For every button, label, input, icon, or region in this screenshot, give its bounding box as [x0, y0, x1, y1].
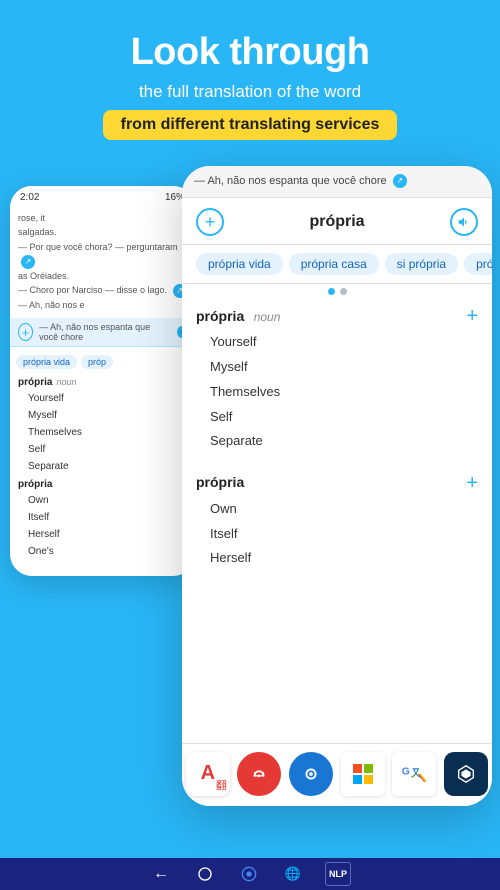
phone-back: 2:02 16% rose, it salgadas. — Por que vo…: [10, 186, 195, 576]
back-bar-text: — Ah, não nos espanta que você chore: [39, 322, 168, 342]
meaning-themselves: Themselves: [210, 380, 478, 405]
reverso-icon: [248, 763, 270, 785]
dot-2: [340, 288, 347, 295]
dict-entry-header-1: própria noun +: [196, 305, 478, 328]
meaning-separate: Separate: [210, 429, 478, 454]
lingvo-icon: [300, 763, 322, 785]
back-meaning-7: Itself: [18, 509, 187, 526]
abbyy-kanji: 翻: [216, 777, 227, 793]
dict-pos-back: noun: [56, 377, 76, 387]
dot-1: [328, 288, 335, 295]
phone-back-content: rose, it salgadas. — Por que você chora?…: [10, 205, 195, 318]
chip-propria-vida-front[interactable]: própria vida: [196, 253, 283, 275]
chip-row: própria vida próp: [10, 351, 195, 373]
chip-prop[interactable]: próp: [81, 355, 113, 369]
bottom-toolbar: A 翻: [182, 743, 492, 806]
back-meaning-9: One's: [18, 543, 187, 560]
meaning-own: Own: [210, 497, 478, 522]
dict-meanings-2: Own Itself Herself: [196, 497, 478, 571]
deepl-icon: [455, 763, 477, 785]
google-translate-icon: G: [401, 763, 427, 785]
sys-back[interactable]: ←: [149, 862, 173, 886]
svg-text:G: G: [402, 766, 410, 777]
toolbar-reverso[interactable]: [237, 752, 281, 796]
back-add-btn[interactable]: +: [18, 323, 33, 341]
reading-area: — Ah, não nos espanta que você chore ↗: [182, 166, 492, 199]
chip-propria-casa[interactable]: própria casa: [289, 253, 379, 275]
dict-section: própria noun Yourself Myself Themselves …: [10, 373, 195, 564]
dict-entry-1: própria noun + Yourself Myself Themselve…: [182, 297, 492, 463]
dict-entry-header-2: própria +: [196, 472, 478, 495]
subheadline: the full translation of the word: [20, 82, 480, 102]
dict-entry-word-1: própria: [196, 308, 244, 324]
meaning-itself: Itself: [210, 522, 478, 547]
back-meaning-2: Myself: [18, 407, 187, 424]
back-meaning-3: Themselves: [18, 424, 187, 441]
meaning-herself: Herself: [210, 546, 478, 571]
phone-back-status: 2:02 16%: [10, 186, 195, 205]
back-meaning-8: Herself: [18, 526, 187, 543]
phone-back-blue-bar: + — Ah, não nos espanta que você chore ↗: [10, 318, 195, 347]
toolbar-google-translate[interactable]: G: [392, 752, 436, 796]
sys-home[interactable]: [193, 862, 217, 886]
dict-sound-button[interactable]: [450, 208, 478, 236]
dict-meanings-1: Yourself Myself Themselves Self Separate: [196, 330, 478, 453]
back-meaning-4: Self: [18, 441, 187, 458]
sys-chrome[interactable]: [237, 862, 261, 886]
headline: Look through: [20, 32, 480, 74]
sys-nlp[interactable]: NLP: [325, 862, 351, 886]
toolbar-microsoft[interactable]: [341, 752, 385, 796]
dict-chips-row: própria vida própria casa si própria pró…: [182, 245, 492, 284]
chip-si-propria[interactable]: si própria: [385, 253, 458, 275]
reading-line: rose, it salgadas. — Por que você chora?…: [18, 211, 187, 312]
dict-card-word: própria: [309, 213, 364, 231]
back-meaning-5: Separate: [18, 458, 187, 475]
system-bar: ← 🌐 NLP: [0, 858, 500, 890]
microsoft-icon: [351, 762, 375, 786]
top-section: Look through the full translation of the…: [0, 0, 500, 156]
back-meaning-6: Own: [18, 492, 187, 509]
meaning-yourself: Yourself: [210, 330, 478, 355]
phone-front: — Ah, não nos espanta que você chore ↗ +…: [182, 166, 492, 806]
abbyy-icon: A: [201, 762, 215, 785]
meaning-self: Self: [210, 405, 478, 430]
translate-icon-front: ↗: [393, 174, 407, 188]
meaning-myself: Myself: [210, 355, 478, 380]
dict-add-button[interactable]: +: [196, 208, 224, 236]
dict-entry-2: própria + Own Itself Herself: [182, 464, 492, 581]
chip-propria-vida[interactable]: própria vida: [16, 355, 77, 369]
dict-entry-word-2: própria: [196, 474, 244, 490]
toolbar-deepl[interactable]: [444, 752, 488, 796]
dict-word-back-2: própria: [18, 479, 52, 490]
dict-card-header: + própria: [182, 198, 492, 245]
chip-propria-c[interactable]: própria c: [464, 253, 492, 275]
dict-word-back: própria: [18, 377, 52, 388]
dots-row: [182, 284, 492, 297]
back-meaning-1: Yourself: [18, 390, 187, 407]
status-time: 2:02: [20, 192, 39, 203]
phones-area: 2:02 16% rose, it salgadas. — Por que vo…: [0, 166, 500, 826]
highlight-banner: from different translating services: [103, 110, 398, 140]
dict-plus-1[interactable]: +: [466, 305, 478, 328]
sys-globe[interactable]: 🌐: [281, 862, 305, 886]
dict-entry-pos-1: noun: [254, 310, 281, 324]
dict-plus-2[interactable]: +: [466, 472, 478, 495]
translate-icon: ↗: [21, 255, 35, 269]
toolbar-abbyy[interactable]: A 翻: [186, 752, 230, 796]
toolbar-lingvo[interactable]: [289, 752, 333, 796]
reading-line-front: — Ah, não nos espanta que você chore ↗: [194, 172, 480, 191]
